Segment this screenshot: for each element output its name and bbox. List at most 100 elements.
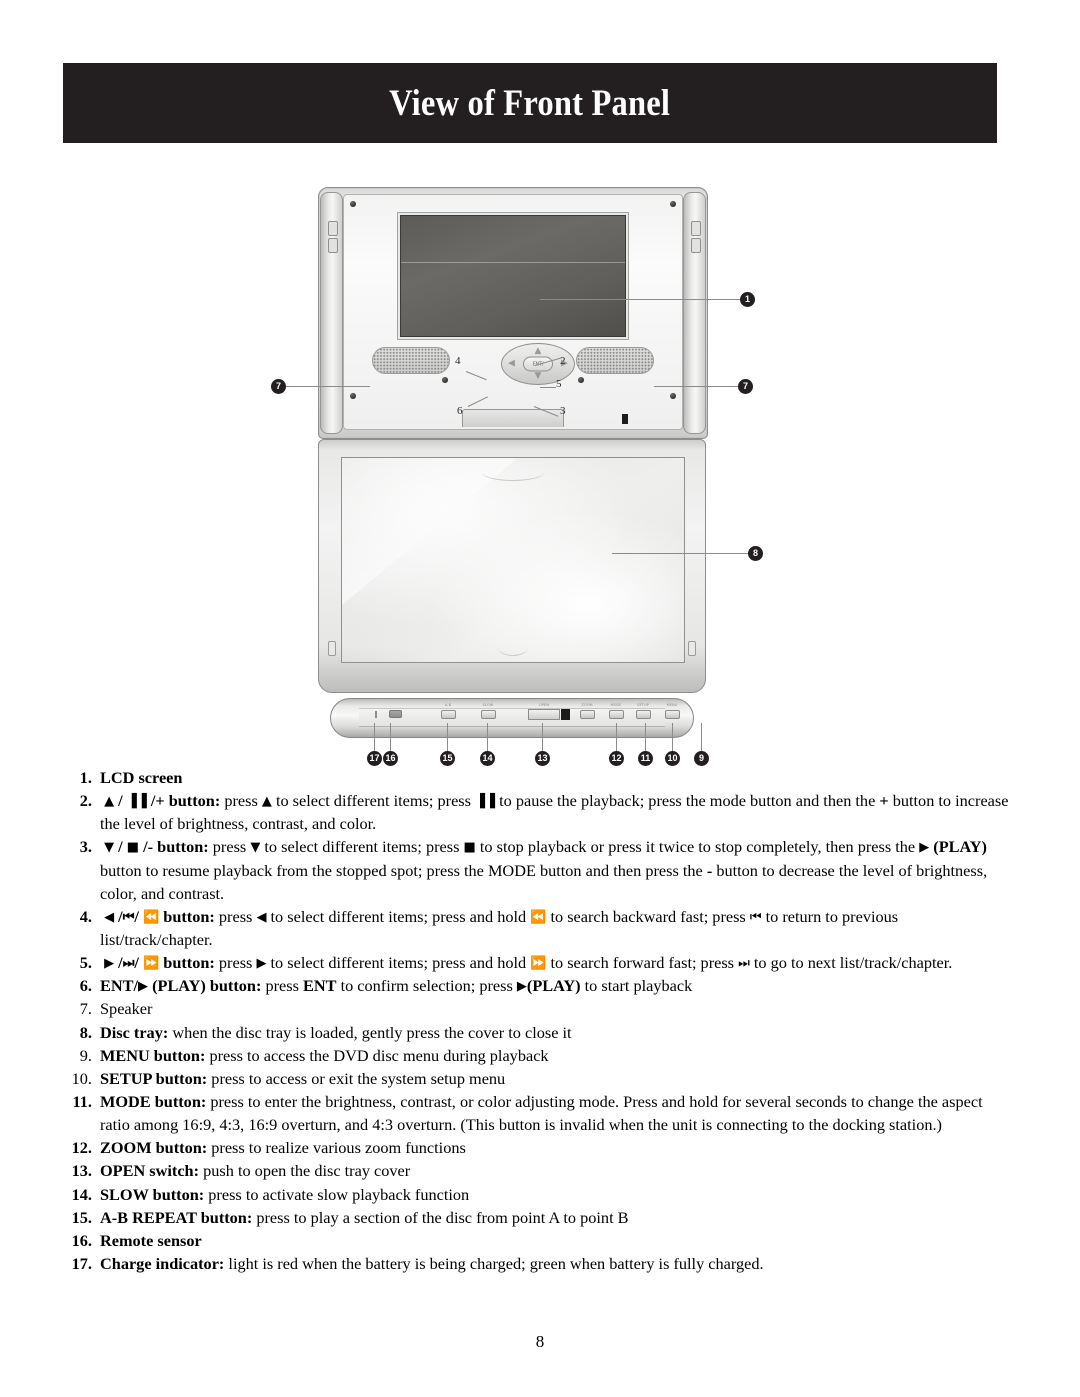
text-run: SLOW button: <box>100 1184 205 1204</box>
callout-15: 15 <box>440 751 455 766</box>
zoom-button-label: ZOOM <box>581 703 593 707</box>
inline-symbol-icon: ⏩ <box>143 956 160 972</box>
hinge-slot-icon <box>691 238 701 253</box>
text-run: to confirm selection; press <box>336 976 517 996</box>
text-run: button: <box>159 906 215 926</box>
leader-line <box>645 723 646 753</box>
open-switch-label: OPEN <box>538 703 550 707</box>
text-run: to select different items; press and hol… <box>266 953 531 973</box>
hinge-right <box>683 192 706 434</box>
leader-line <box>616 723 617 753</box>
inline-symbol-icon: ◀ <box>104 909 115 925</box>
list-item: 13. OPEN switch: push to open the disc tr… <box>58 1159 1010 1182</box>
text-run: LCD screen <box>100 768 183 787</box>
text-run: button: <box>159 953 215 973</box>
text-run: push to open the disc tray cover <box>199 1161 411 1181</box>
text-run: press to access the DVD disc menu during… <box>205 1045 549 1065</box>
list-item-number: 16. <box>71 1230 92 1250</box>
inline-symbol-icon: ■ <box>126 840 140 856</box>
zoom-button[interactable] <box>580 710 595 719</box>
text-run: Remote sensor <box>100 1230 202 1250</box>
text-run: press <box>208 837 251 857</box>
screw-icon <box>578 377 584 383</box>
dpad-up-icon[interactable]: ▲ <box>535 347 542 356</box>
callout-1: 1 <box>740 292 755 307</box>
list-item-number: 13. <box>71 1161 92 1181</box>
list-item-number: 1. <box>79 768 92 787</box>
list-item-text: ▲ / ▐▐ /+ button: press ▲ to select diff… <box>100 791 1008 833</box>
text-run: press to realize various zoom functions <box>207 1138 466 1158</box>
list-item-number: 11. <box>72 1091 92 1111</box>
text-run: / <box>114 953 123 973</box>
mode-button-label: MODE <box>610 703 622 707</box>
text-run: to select different items; press and hol… <box>266 906 531 926</box>
text-run: to pause the playback; press the mode bu… <box>495 791 880 811</box>
text-run: (PLAY) button: <box>148 976 262 996</box>
callout-5: 5 <box>556 378 562 390</box>
list-item-text: SLOW button: press to activate slow play… <box>100 1185 469 1204</box>
text-run: (PLAY) <box>929 837 987 857</box>
lcd-screen <box>400 215 626 337</box>
callout-9: 9 <box>694 751 709 766</box>
text-run: when the disc tray is loaded, gently pre… <box>168 1022 572 1042</box>
setup-button[interactable] <box>636 710 651 719</box>
inline-symbol-icon: ▶ <box>256 956 267 972</box>
callout-11: 11 <box>638 751 653 766</box>
list-item-text: ▼ / ■ /- button: press ▼ to select diffe… <box>100 837 987 902</box>
text-run: press to enter the brightness, contrast,… <box>100 1091 983 1135</box>
menu-button[interactable] <box>665 710 680 719</box>
list-item: 6. ENT/▶ (PLAY) button: press ENT to conf… <box>58 974 1010 997</box>
list-item: 1. LCD screen <box>58 766 1010 789</box>
slow-button-label: SLOW <box>482 703 494 707</box>
leader-line <box>542 723 543 753</box>
list-item-number: 17. <box>71 1253 92 1273</box>
screw-icon <box>442 377 448 383</box>
inline-symbol-icon: ▲ <box>261 794 272 810</box>
open-switch[interactable] <box>528 709 570 720</box>
text-run: (PLAY) <box>526 976 581 996</box>
lid-face: ▲ ▼ ◀ ▶ ENT/ <box>343 194 683 430</box>
text-run: + <box>879 791 889 811</box>
page-number: 8 <box>535 1332 545 1351</box>
ab-repeat-button[interactable] <box>441 710 456 719</box>
inline-symbol-icon: ⏪ <box>530 909 547 925</box>
text-run: / <box>134 953 143 973</box>
text-run: MENU button: <box>100 1045 206 1065</box>
bottom-control-strip: A-B SLOW OPEN ZOOM MODE SETUP MENU <box>330 698 694 738</box>
screw-icon <box>350 201 356 207</box>
callout-13: 13 <box>535 751 550 766</box>
inline-symbol-icon: ▼ <box>104 840 115 856</box>
list-item-number: 5. <box>79 953 92 973</box>
lcd-bezel <box>397 212 629 340</box>
list-item-text: Charge indicator: light is red when the … <box>100 1254 764 1273</box>
page-title: View of Front Panel <box>389 82 671 124</box>
list-item: 15. A-B REPEAT button: press to play a se… <box>58 1206 1010 1229</box>
text-run: /- button: <box>139 837 209 857</box>
hinge-slot-icon <box>328 221 338 236</box>
base-slot-icon <box>688 641 696 656</box>
menu-button-label: MENU <box>666 703 678 707</box>
text-run: /+ button: <box>146 791 221 811</box>
inline-symbol-icon: ▶ <box>104 956 115 972</box>
list-item: 3. ▼ / ■ /- button: press ▼ to select di… <box>58 835 1010 904</box>
dpad-down-icon[interactable]: ▼ <box>535 372 542 381</box>
slow-button[interactable] <box>481 710 496 719</box>
dpad-left-icon[interactable]: ◀ <box>508 359 515 369</box>
text-run: press <box>261 976 304 996</box>
hinge-slot-icon <box>328 238 338 253</box>
base-slot-icon <box>328 641 336 656</box>
list-item-number: 7. <box>79 999 92 1019</box>
mode-button[interactable] <box>609 710 624 719</box>
screw-icon <box>670 201 676 207</box>
screw-icon <box>670 393 676 399</box>
inline-symbol-icon: ⏮ <box>122 909 135 925</box>
text-run: to stop playback or press it twice to st… <box>475 837 920 857</box>
list-item: 10. SETUP button: press to access or exit… <box>58 1067 1010 1090</box>
text-run: ENT <box>303 976 337 996</box>
list-item: 16. Remote sensor <box>58 1229 1010 1252</box>
text-run: press <box>214 953 257 973</box>
text-run: Charge indicator: <box>100 1253 225 1273</box>
callout-6: 6 <box>457 405 463 417</box>
disc-tray-cover[interactable] <box>341 457 685 663</box>
leader-line <box>654 386 738 387</box>
